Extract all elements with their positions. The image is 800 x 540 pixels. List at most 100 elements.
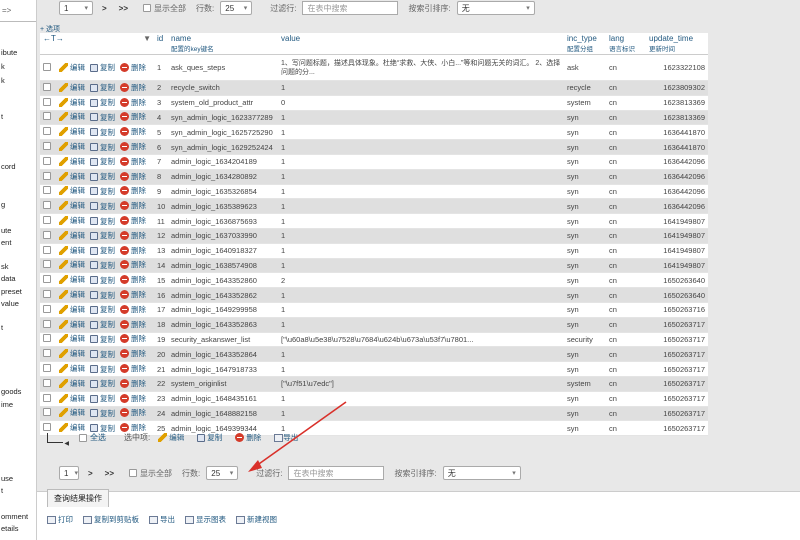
cell-name[interactable]: admin_logic_1635389623 <box>168 198 278 215</box>
row-checkbox[interactable] <box>43 97 51 106</box>
cell-value[interactable]: 1 <box>278 124 564 141</box>
edit-button[interactable]: 编辑 <box>59 333 85 344</box>
edit-button[interactable]: 编辑 <box>59 289 85 300</box>
cell-lang[interactable]: cn <box>606 213 646 229</box>
cell-update-time[interactable]: 1636442096 <box>646 154 708 170</box>
cell-value[interactable]: ["\u7f51\u7edc"] <box>278 376 564 392</box>
cell-lang[interactable]: cn <box>606 80 646 96</box>
delete-button[interactable]: 删除 <box>120 185 146 196</box>
cell-value[interactable]: 1 <box>278 391 564 407</box>
cell-value[interactable]: 1 <box>278 139 564 155</box>
cell-lang[interactable]: cn <box>606 258 646 274</box>
sidebar-item[interactable]: g <box>1 200 5 209</box>
cell-value[interactable]: 1 <box>278 110 564 126</box>
cell-name[interactable]: admin_logic_1649299958 <box>168 302 278 318</box>
row-checkbox[interactable] <box>43 245 51 254</box>
cell-update-time[interactable]: 1623813369 <box>646 110 708 126</box>
delete-button[interactable]: 删除 <box>120 333 146 344</box>
row-checkbox[interactable] <box>43 334 51 343</box>
copy-button[interactable]: 复制 <box>90 393 115 404</box>
cell-name[interactable]: admin_logic_1648435161 <box>168 391 278 407</box>
delete-button[interactable]: 删除 <box>120 348 146 359</box>
cell-update-time[interactable]: 1636442096 <box>646 184 708 200</box>
checkbox[interactable] <box>79 433 87 442</box>
sort-arrow-icon[interactable]: ▼ <box>143 34 151 43</box>
select-all-toggle[interactable]: 全选 <box>79 432 106 443</box>
cell-value[interactable]: 1 <box>278 258 564 274</box>
delete-button[interactable]: 删除 <box>120 215 146 226</box>
row-checkbox[interactable] <box>43 393 51 402</box>
delete-button[interactable]: 删除 <box>120 126 146 137</box>
cell-name[interactable]: admin_logic_1648882158 <box>168 406 278 422</box>
row-checkbox[interactable] <box>43 142 51 151</box>
cell-inc-type[interactable]: syn <box>564 302 606 318</box>
copy-button[interactable]: 复制 <box>90 156 115 167</box>
cell-name[interactable]: admin_logic_1638574908 <box>168 258 278 274</box>
row-checkbox[interactable] <box>43 319 51 328</box>
sidebar-toggle[interactable]: => <box>0 0 36 22</box>
sidebar-item[interactable]: ibute <box>1 48 17 57</box>
copy-to-clipboard-link[interactable]: 复制到剪贴板 <box>83 514 139 525</box>
cell-lang[interactable]: cn <box>606 124 646 141</box>
sidebar-item[interactable]: etails <box>1 524 19 533</box>
cell-name[interactable]: admin_logic_1637033990 <box>168 228 278 244</box>
cell-lang[interactable]: cn <box>606 272 646 289</box>
delete-button[interactable]: 删除 <box>120 289 146 300</box>
bulk-export-button[interactable]: 导出 <box>274 432 298 443</box>
cell-lang[interactable]: cn <box>606 376 646 392</box>
cell-update-time[interactable]: 1650263717 <box>646 391 708 407</box>
cell-update-time[interactable]: 1650263640 <box>646 287 708 303</box>
copy-button[interactable]: 复制 <box>90 349 115 360</box>
edit-button[interactable]: 编辑 <box>59 230 85 241</box>
column-header-value[interactable]: value <box>278 33 564 55</box>
cell-lang[interactable]: cn <box>606 169 646 185</box>
cell-lang[interactable]: cn <box>606 228 646 244</box>
row-checkbox[interactable] <box>43 171 51 180</box>
cell-value[interactable]: 1 <box>278 406 564 422</box>
row-checkbox[interactable] <box>43 156 51 165</box>
copy-button[interactable]: 复制 <box>90 82 115 93</box>
cell-lang[interactable]: cn <box>606 420 646 437</box>
rows-select[interactable]: 25 ▾ <box>220 1 253 15</box>
row-checkbox[interactable] <box>43 82 51 91</box>
create-view-link[interactable]: 新建视图 <box>236 514 277 525</box>
cell-name[interactable]: admin_logic_1634280892 <box>168 169 278 185</box>
cell-inc-type[interactable]: syn <box>564 272 606 289</box>
cell-inc-type[interactable]: security <box>564 332 606 348</box>
cell-update-time[interactable]: 1650263717 <box>646 317 708 333</box>
page-select[interactable]: 1 ▾ <box>59 1 93 15</box>
delete-button[interactable]: 删除 <box>120 82 146 93</box>
delete-button[interactable]: 删除 <box>120 363 146 374</box>
delete-button[interactable]: 删除 <box>120 274 146 285</box>
cell-lang[interactable]: cn <box>606 154 646 170</box>
cell-inc-type[interactable]: syn <box>564 287 606 303</box>
cell-name[interactable]: system_old_product_attr <box>168 95 278 111</box>
row-checkbox[interactable] <box>43 127 51 136</box>
cell-update-time[interactable]: 1650263717 <box>646 420 708 437</box>
delete-button[interactable]: 删除 <box>120 200 146 211</box>
cell-update-time[interactable]: 1641949807 <box>646 243 708 259</box>
cell-value[interactable]: 2 <box>278 272 564 289</box>
cell-name[interactable]: recycle_switch <box>168 80 278 96</box>
copy-button[interactable]: 复制 <box>90 334 115 345</box>
cell-update-time[interactable]: 1641949807 <box>646 213 708 229</box>
copy-button[interactable]: 复制 <box>90 408 115 419</box>
copy-button[interactable]: 复制 <box>90 304 115 315</box>
edit-button[interactable]: 编辑 <box>59 407 85 418</box>
delete-button[interactable]: 删除 <box>120 378 146 389</box>
show-all-toggle[interactable]: 显示全部 <box>129 468 172 479</box>
column-header-update-time[interactable]: update_time 更新时间 <box>646 33 708 55</box>
cell-lang[interactable]: cn <box>606 406 646 422</box>
delete-button[interactable]: 删除 <box>120 319 146 330</box>
checkbox[interactable] <box>129 469 138 478</box>
bulk-edit-button[interactable]: 编辑 <box>158 432 184 443</box>
copy-button[interactable]: 复制 <box>90 186 115 197</box>
cell-inc-type[interactable]: syn <box>564 317 606 333</box>
cell-inc-type[interactable]: syn <box>564 169 606 185</box>
cell-lang[interactable]: cn <box>606 302 646 318</box>
sidebar-item[interactable]: t <box>1 486 3 495</box>
copy-button[interactable]: 复制 <box>90 260 115 271</box>
edit-button[interactable]: 编辑 <box>59 378 85 389</box>
sidebar-item[interactable]: cord <box>1 162 16 171</box>
cell-inc-type[interactable]: syn <box>564 184 606 200</box>
